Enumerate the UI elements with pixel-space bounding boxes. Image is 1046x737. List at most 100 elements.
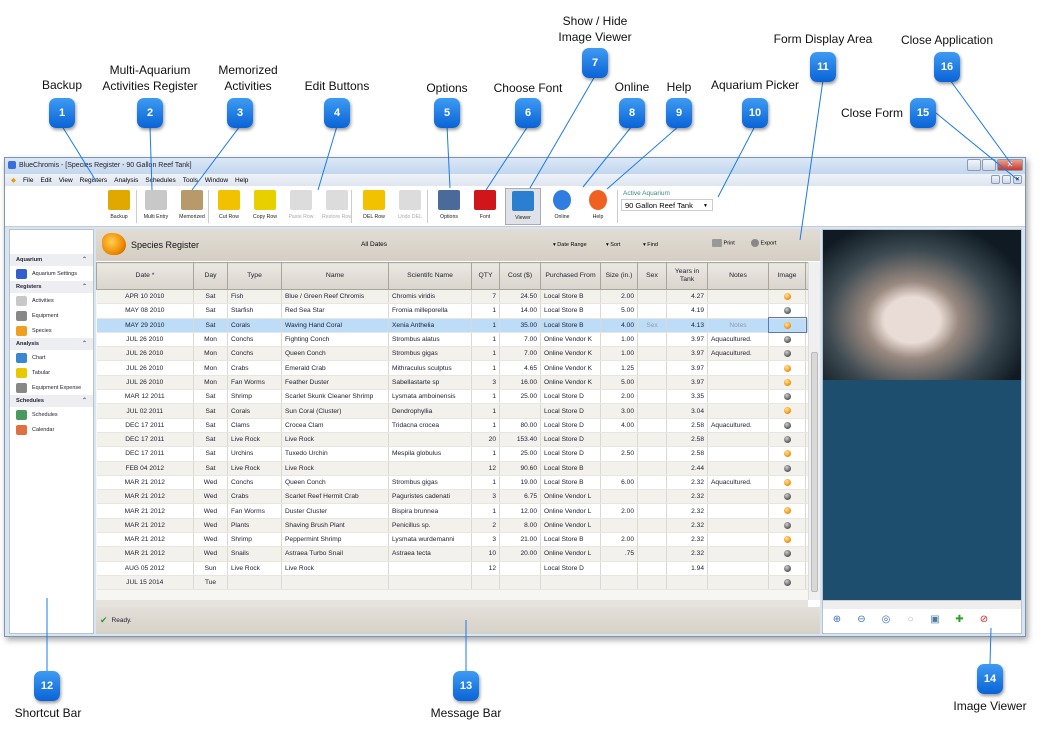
cell-sex[interactable] [637, 332, 667, 348]
cell-date[interactable]: MAR 21 2012 [96, 489, 194, 505]
sidebar-group-aquarium[interactable]: Aquarium ⌃ [10, 254, 93, 266]
export-button[interactable]: Export [751, 239, 776, 247]
cell-notes[interactable]: Aquacultured. [707, 346, 769, 362]
del-row-button[interactable]: DEL Row [356, 188, 392, 225]
cell-sex[interactable] [637, 403, 667, 419]
cell-purchased-from[interactable]: Local Store B [540, 289, 601, 305]
cell-day[interactable]: Sat [193, 432, 228, 448]
cell-day[interactable]: Mon [193, 360, 228, 376]
date-range-dropdown[interactable]: ▾ Date Range [553, 242, 587, 248]
cell-sex[interactable] [637, 475, 667, 491]
image-icon[interactable]: ▣ [929, 614, 941, 626]
cell-date[interactable]: DEC 17 2011 [96, 418, 194, 433]
column-header-sex[interactable]: Sex [637, 262, 667, 290]
table-row[interactable]: DEC 17 2011 Sat Urchins Tuxedo Urchin Mespil… [96, 446, 808, 462]
image-cell[interactable] [768, 561, 806, 576]
cell-size-in[interactable]: 6.00 [600, 475, 638, 491]
cell-purchased-from[interactable]: Local Store D [540, 389, 601, 405]
table-row[interactable]: MAR 12 2011 Sat Shrimp Scarlet Skunk Cleane… [96, 389, 808, 405]
cell-date[interactable]: APR 10 2010 [96, 289, 194, 305]
cell-type[interactable]: Shrimp [227, 389, 282, 405]
cell-name[interactable]: Shaving Brush Plant [281, 518, 389, 534]
cell-sex[interactable] [637, 446, 667, 462]
cell-day[interactable]: Sat [193, 389, 228, 405]
image-cell[interactable] [768, 546, 806, 562]
cell-date[interactable]: AUG 05 2012 [96, 561, 194, 576]
table-row[interactable]: MAY 08 2010 Sat Starfish Red Sea Star Fromia… [96, 303, 808, 319]
cell-name[interactable]: Live Rock [281, 561, 389, 576]
online-button[interactable]: Online [544, 188, 580, 225]
cell-scientifc-name[interactable] [388, 561, 472, 576]
cell-notes[interactable] [707, 518, 769, 534]
cell-scientifc-name[interactable] [388, 432, 472, 448]
cell-cost[interactable] [499, 575, 541, 591]
cell-type[interactable]: Conchs [227, 332, 282, 348]
cell-date[interactable]: JUL 26 2010 [96, 332, 194, 348]
cell-years-in-tank[interactable]: 4.13 [666, 318, 708, 333]
viewer-button[interactable]: Viewer [505, 188, 541, 225]
cell-type[interactable]: Live Rock [227, 461, 282, 476]
cell-qty[interactable] [471, 575, 500, 591]
minimize-button[interactable] [967, 159, 981, 171]
cell-years-in-tank[interactable]: 2.44 [666, 461, 708, 476]
cell-day[interactable]: Sat [193, 403, 228, 419]
table-row[interactable]: MAR 21 2012 Wed Shrimp Peppermint Shrimp Lys… [96, 532, 808, 548]
cell-cost[interactable]: 90.60 [499, 461, 541, 476]
cell-date[interactable]: JUL 26 2010 [96, 375, 194, 391]
cell-years-in-tank[interactable]: 3.04 [666, 403, 708, 419]
cell-purchased-from[interactable]: Local Store D [540, 418, 601, 433]
cell-qty[interactable]: 12 [471, 461, 500, 476]
cell-sex[interactable] [637, 346, 667, 362]
cell-sex[interactable] [637, 289, 667, 305]
cell-name[interactable]: Live Rock [281, 432, 389, 448]
cell-day[interactable]: Wed [193, 518, 228, 534]
cell-type[interactable]: Fan Worms [227, 375, 282, 391]
cell-years-in-tank[interactable]: 2.32 [666, 532, 708, 548]
cell-size-in[interactable] [600, 489, 638, 505]
cell-qty[interactable]: 2 [471, 518, 500, 534]
cell-years-in-tank[interactable]: 4.27 [666, 289, 708, 305]
find-dropdown[interactable]: ▾ Find [643, 242, 658, 248]
cell-cost[interactable]: 14.00 [499, 303, 541, 319]
cell-day[interactable]: Sun [193, 561, 228, 576]
remove-icon[interactable]: ⊘ [978, 614, 990, 626]
column-header-date[interactable]: Date * [96, 262, 194, 290]
table-row[interactable]: FEB 04 2012 Sat Live Rock Live Rock 12 90.60 L… [96, 461, 808, 476]
cell-name[interactable]: Emerald Crab [281, 360, 389, 376]
cell-type[interactable]: Conchs [227, 346, 282, 362]
cell-cost[interactable]: 7.00 [499, 332, 541, 348]
column-header-cost[interactable]: Cost ($) [499, 262, 541, 290]
image-cell[interactable] [767, 317, 807, 334]
image-cell[interactable] [768, 503, 806, 519]
cell-scientifc-name[interactable]: Strombus gigas [388, 346, 472, 362]
cell-purchased-from[interactable]: Online Vendor K [540, 332, 601, 348]
table-row[interactable]: JUL 26 2010 Mon Crabs Emerald Crab Mithracul… [96, 360, 808, 376]
cell-years-in-tank[interactable]: 3.97 [666, 332, 708, 348]
table-row[interactable]: MAR 21 2012 Wed Snails Astraea Turbo Snail A… [96, 546, 808, 562]
cell-qty[interactable]: 1 [471, 346, 500, 362]
cell-size-in[interactable]: 1.00 [600, 332, 638, 348]
column-header-qty[interactable]: QTY [471, 262, 500, 290]
cell-cost[interactable]: 153.40 [499, 432, 541, 448]
column-header-purchased-from[interactable]: Purchased From [540, 262, 601, 290]
cell-notes[interactable] [707, 532, 769, 548]
cell-scientifc-name[interactable]: Mithraculus sculptus [388, 360, 472, 376]
cell-years-in-tank[interactable]: 2.58 [666, 418, 708, 433]
cell-scientifc-name[interactable]: Bispira brunnea [388, 503, 472, 519]
cell-type[interactable]: Conchs [227, 475, 282, 491]
table-row[interactable]: JUL 02 2011 Sat Corals Sun Coral (Cluster) D… [96, 403, 808, 419]
cell-notes[interactable]: Aquacultured. [707, 418, 769, 433]
cell-size-in[interactable] [600, 575, 638, 591]
cell-cost[interactable]: 35.00 [499, 318, 541, 333]
add-icon[interactable]: ✚ [954, 614, 966, 626]
cell-type[interactable]: Crabs [227, 360, 282, 376]
cell-years-in-tank[interactable]: 3.97 [666, 346, 708, 362]
table-row[interactable]: JUL 26 2010 Mon Conchs Queen Conch Strombus … [96, 346, 808, 362]
sidebar-group-registers[interactable]: Registers ⌃ [10, 281, 93, 293]
image-cell[interactable] [768, 446, 806, 462]
sidebar-item-schedules[interactable]: Schedules [10, 407, 93, 422]
cell-size-in[interactable]: 2.50 [600, 446, 638, 462]
cell-notes[interactable] [707, 575, 769, 591]
zoom-out-icon[interactable]: ⊖ [856, 614, 868, 626]
cell-purchased-from[interactable]: Online Vendor K [540, 346, 601, 362]
